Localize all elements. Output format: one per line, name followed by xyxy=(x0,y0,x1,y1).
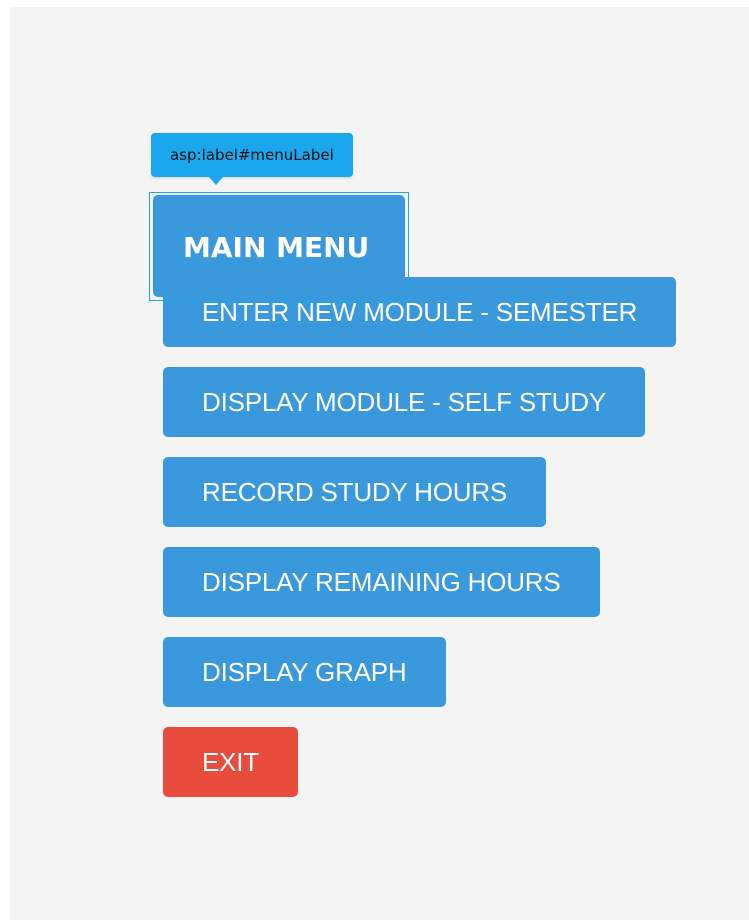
display-module-button[interactable]: DISPLAY MODULE - SELF STUDY xyxy=(163,367,645,437)
exit-button[interactable]: EXIT xyxy=(163,727,298,797)
record-study-hours-button[interactable]: RECORD STUDY HOURS xyxy=(163,457,547,527)
display-graph-button[interactable]: DISPLAY GRAPH xyxy=(163,637,446,707)
display-remaining-hours-button[interactable]: DISPLAY REMAINING HOURS xyxy=(163,547,600,617)
element-tooltip: asp:label#menuLabel xyxy=(151,133,353,177)
menu-label[interactable]: MAIN MENU xyxy=(153,195,405,297)
tooltip-arrow xyxy=(209,177,223,185)
